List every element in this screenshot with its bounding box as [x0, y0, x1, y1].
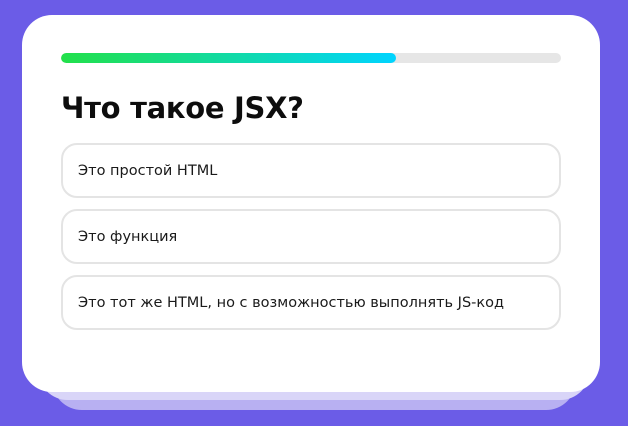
progress-bar-fill: [61, 53, 396, 63]
answer-option[interactable]: Это простой HTML: [61, 143, 561, 198]
quiz-card: Что такое JSX? Это простой HTML Это функ…: [22, 15, 600, 392]
progress-bar: [61, 53, 561, 63]
answer-option[interactable]: Это тот же HTML, но с возможностью выпол…: [61, 275, 561, 330]
answer-list: Это простой HTML Это функция Это тот же …: [61, 143, 561, 330]
question-title: Что такое JSX?: [61, 91, 304, 125]
answer-option[interactable]: Это функция: [61, 209, 561, 264]
